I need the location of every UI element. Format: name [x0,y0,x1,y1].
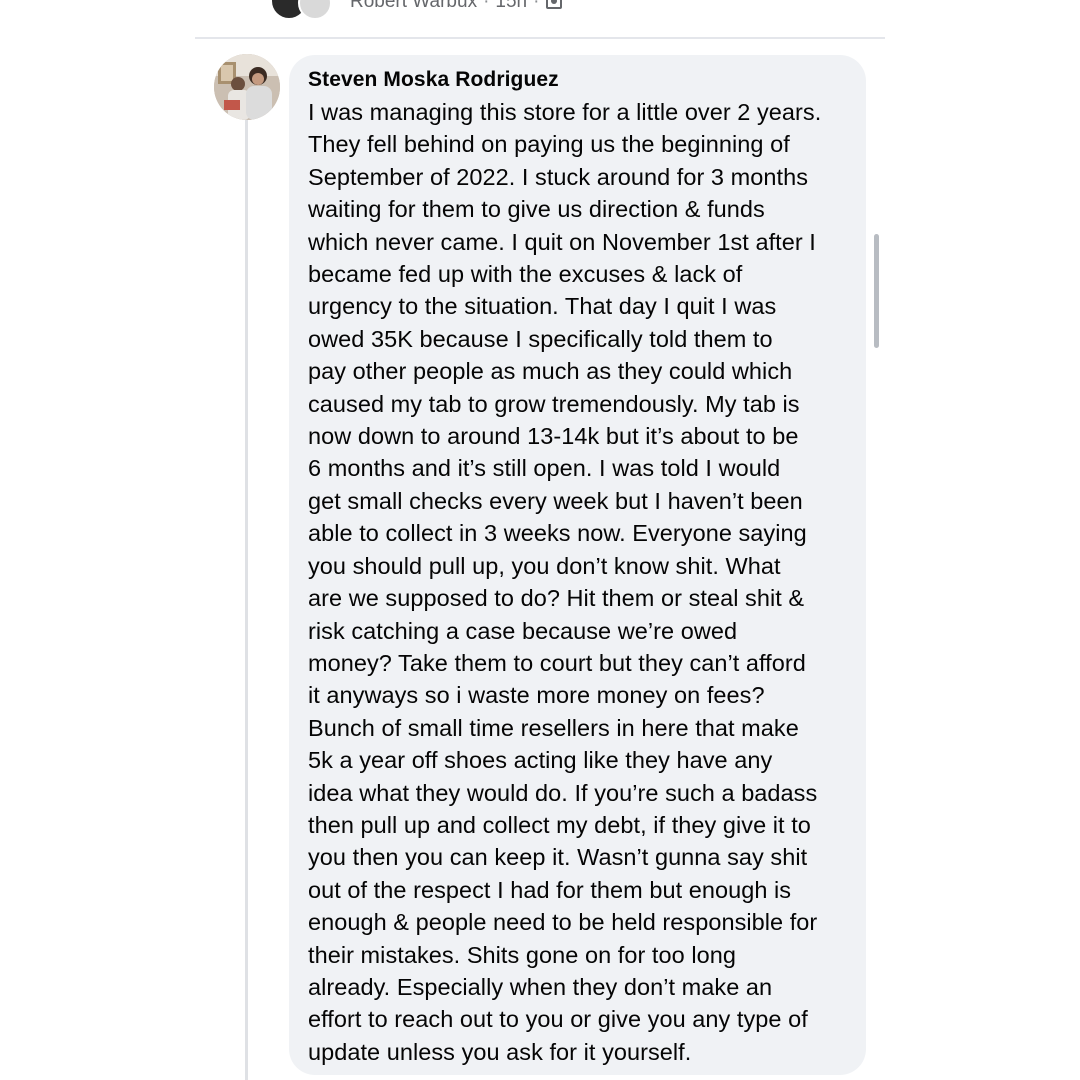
previous-comment-avatars[interactable] [272,0,336,20]
thread-line [245,120,248,1080]
commenter-avatar[interactable] [214,54,280,120]
comment-thread-screen: Robert Warbux · 15h · Steven Moska Rodri… [0,0,1080,1080]
scrollbar[interactable] [874,234,879,348]
profile-photo-icon [214,54,280,120]
comment-bubble: Steven Moska Rodriguez I was managing th… [289,55,866,1075]
comment-body: I was managing this store for a little o… [308,99,822,1065]
meta-separator: · [533,0,540,12]
people-icon [545,0,563,10]
previous-comment-author[interactable]: Robert Warbux [350,0,477,13]
previous-comment-time[interactable]: 15h [495,0,527,13]
avatar [298,0,332,20]
comment-author-name[interactable]: Steven Moska Rodriguez [308,68,848,92]
meta-separator: · [483,0,490,12]
previous-comment-meta: Robert Warbux · 15h · [350,0,563,13]
section-divider [195,37,885,39]
previous-comment-header: Robert Warbux · 15h · [272,0,563,20]
